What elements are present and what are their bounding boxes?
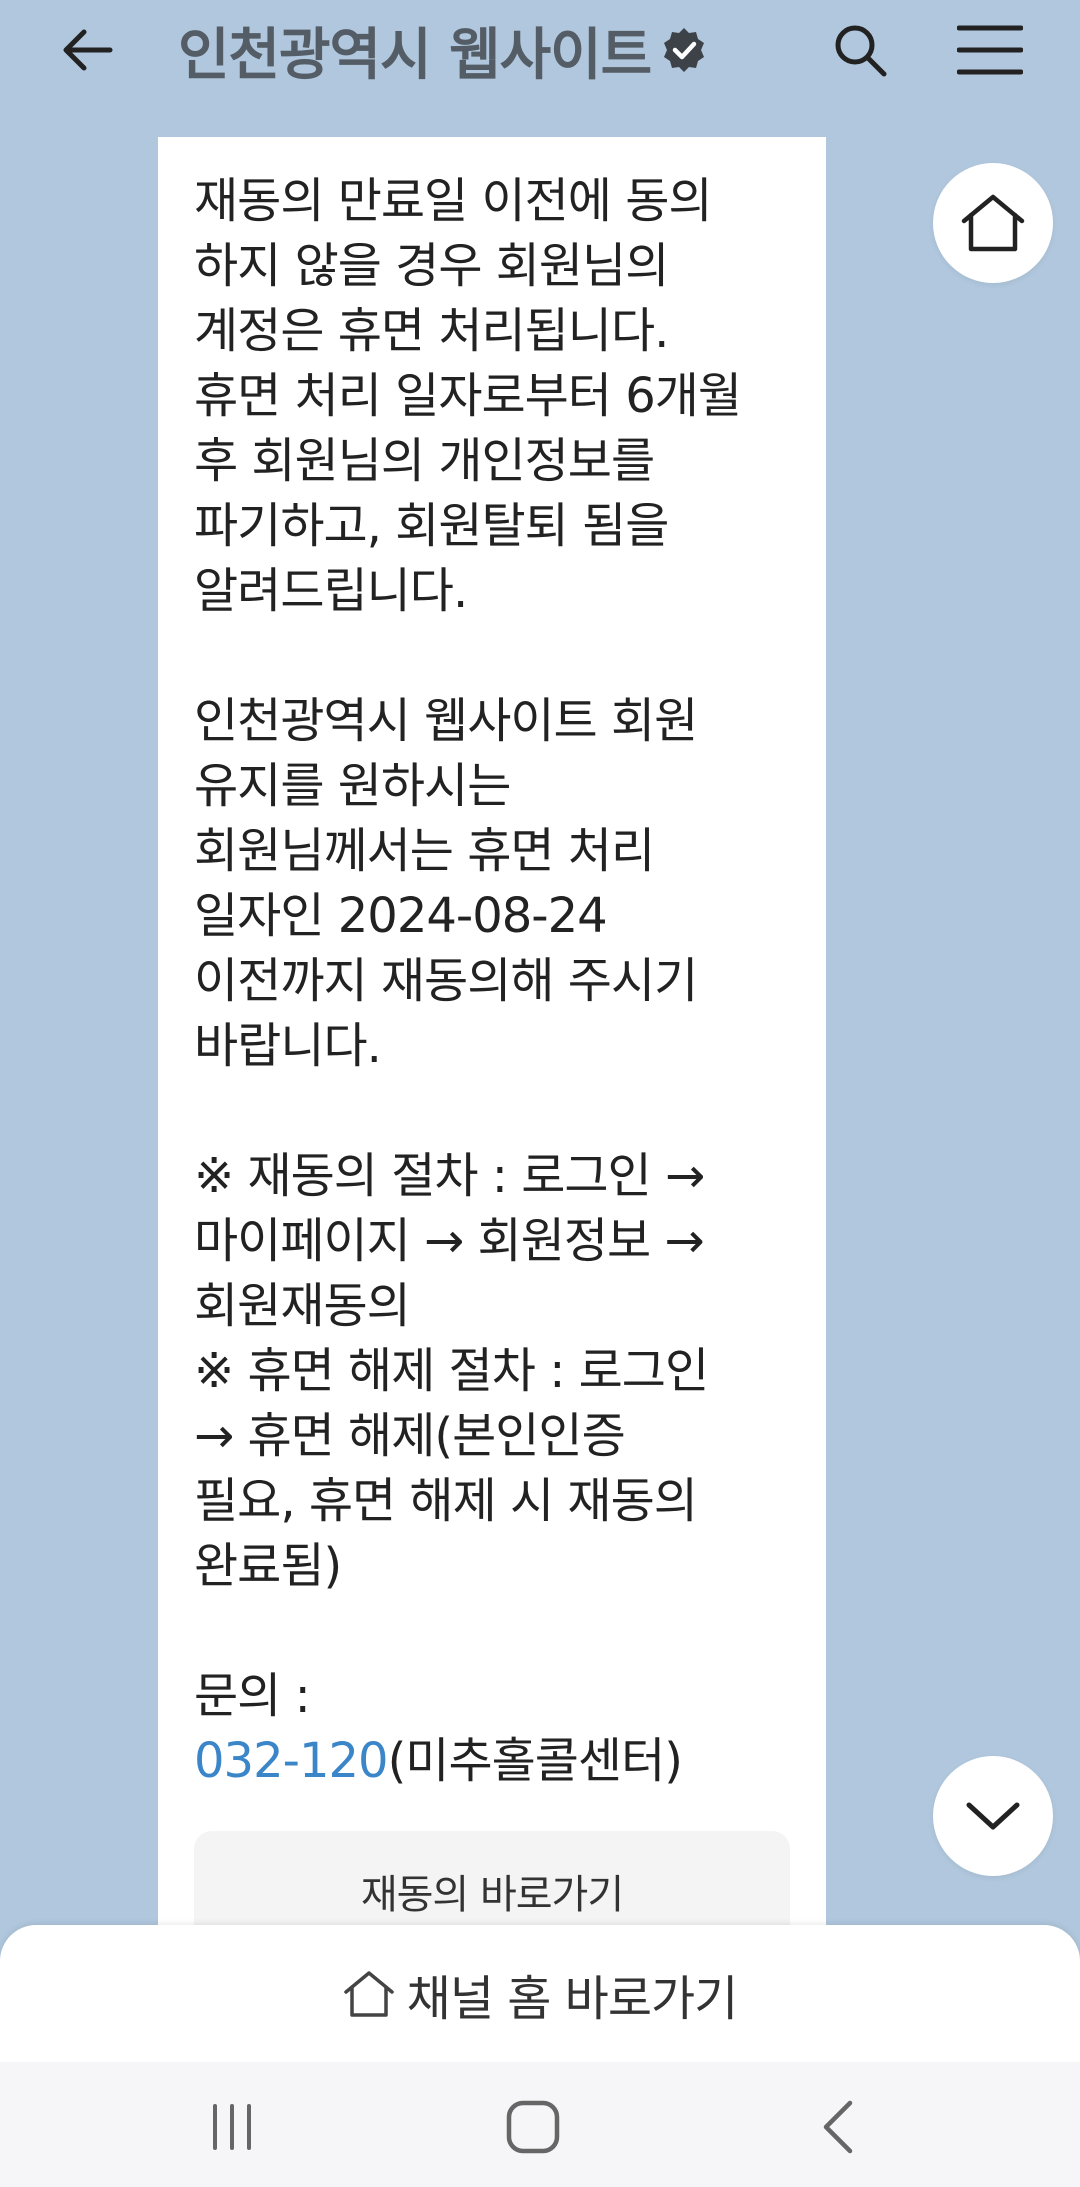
floating-home-button[interactable] xyxy=(933,163,1053,283)
contact-line: 032-120(미추홀콜센터) xyxy=(194,1729,814,1794)
hamburger-menu-icon xyxy=(957,25,1023,75)
arrow-left-icon xyxy=(63,29,113,71)
message-line: ※ 휴면 해제 절차 : 로그인 xyxy=(194,1343,709,1399)
message-line: 휴면 처리 일자로부터 6개월 xyxy=(194,368,742,424)
message-card: 재동의 만료일 이전에 동의 하지 않을 경우 회원님의 계정은 휴면 처리됩니… xyxy=(158,137,826,2037)
message-line: 재동의 만료일 이전에 동의 xyxy=(194,173,713,229)
message-line: ※ 재동의 절차 : 로그인 → xyxy=(194,1148,705,1204)
channel-home-button[interactable]: 채널 홈 바로가기 xyxy=(0,1925,1080,2062)
system-home-button[interactable] xyxy=(473,2082,593,2172)
phone-suffix: (미추홀콜센터) xyxy=(387,1733,683,1789)
message-line: 후 회원님의 개인정보를 xyxy=(194,433,655,489)
message-line: 필요, 휴면 해제 시 재동의 xyxy=(194,1473,698,1529)
back-chevron-icon xyxy=(823,2100,853,2154)
message-line: 알려드립니다. xyxy=(194,563,468,619)
channel-title: 인천광역시 웹사이트 xyxy=(178,22,652,88)
home-outline-icon xyxy=(343,1970,394,2017)
scroll-down-button[interactable] xyxy=(933,1756,1053,1876)
chevron-down-icon xyxy=(966,1802,1020,1830)
message-body: 재동의 만료일 이전에 동의 하지 않을 경우 회원님의 계정은 휴면 처리됩니… xyxy=(194,169,814,1794)
message-line: 일자인 2024-08-24 xyxy=(194,888,608,944)
app-header: 인천광역시 웹사이트 xyxy=(0,0,1080,100)
recent-apps-icon xyxy=(213,2104,251,2150)
message-line: 이전까지 재동의해 주시기 xyxy=(194,953,698,1009)
message-line: 완료됨) xyxy=(194,1538,342,1594)
back-button[interactable] xyxy=(52,14,124,86)
search-icon xyxy=(835,25,887,77)
message-line: 하지 않을 경우 회원님의 xyxy=(194,238,669,294)
phone-link[interactable]: 032-120 xyxy=(194,1733,389,1789)
home-icon xyxy=(961,194,1025,252)
search-button[interactable] xyxy=(824,14,896,86)
home-square-icon xyxy=(506,2100,560,2154)
channel-title-wrap: 인천광역시 웹사이트 xyxy=(178,6,709,94)
channel-home-label: 채널 홈 바로가기 xyxy=(406,1970,739,2027)
message-line: 인천광역시 웹사이트 회원 xyxy=(194,693,698,749)
message-line: 파기하고, 회원탈퇴 됨을 xyxy=(194,498,669,554)
system-back-button[interactable] xyxy=(778,2082,898,2172)
message-line: 회원님께서는 휴면 처리 xyxy=(194,823,655,879)
contact-label: 문의 : xyxy=(194,1668,311,1724)
menu-button[interactable] xyxy=(952,14,1028,86)
message-line: 유지를 원하시는 xyxy=(194,758,511,814)
message-line: 바랍니다. xyxy=(194,1018,382,1074)
system-nav-bar xyxy=(0,2062,1080,2187)
message-line: 마이페이지 → 회원정보 → xyxy=(194,1213,705,1269)
message-line: 회원재동의 xyxy=(194,1278,411,1334)
bottom-bar: 채널 홈 바로가기 xyxy=(0,1925,1080,2062)
recent-apps-button[interactable] xyxy=(172,2082,292,2172)
message-line: 계정은 휴면 처리됩니다. xyxy=(194,303,669,359)
verified-badge-icon xyxy=(659,25,709,75)
message-line: → 휴면 해제(본인인증 xyxy=(194,1408,626,1464)
